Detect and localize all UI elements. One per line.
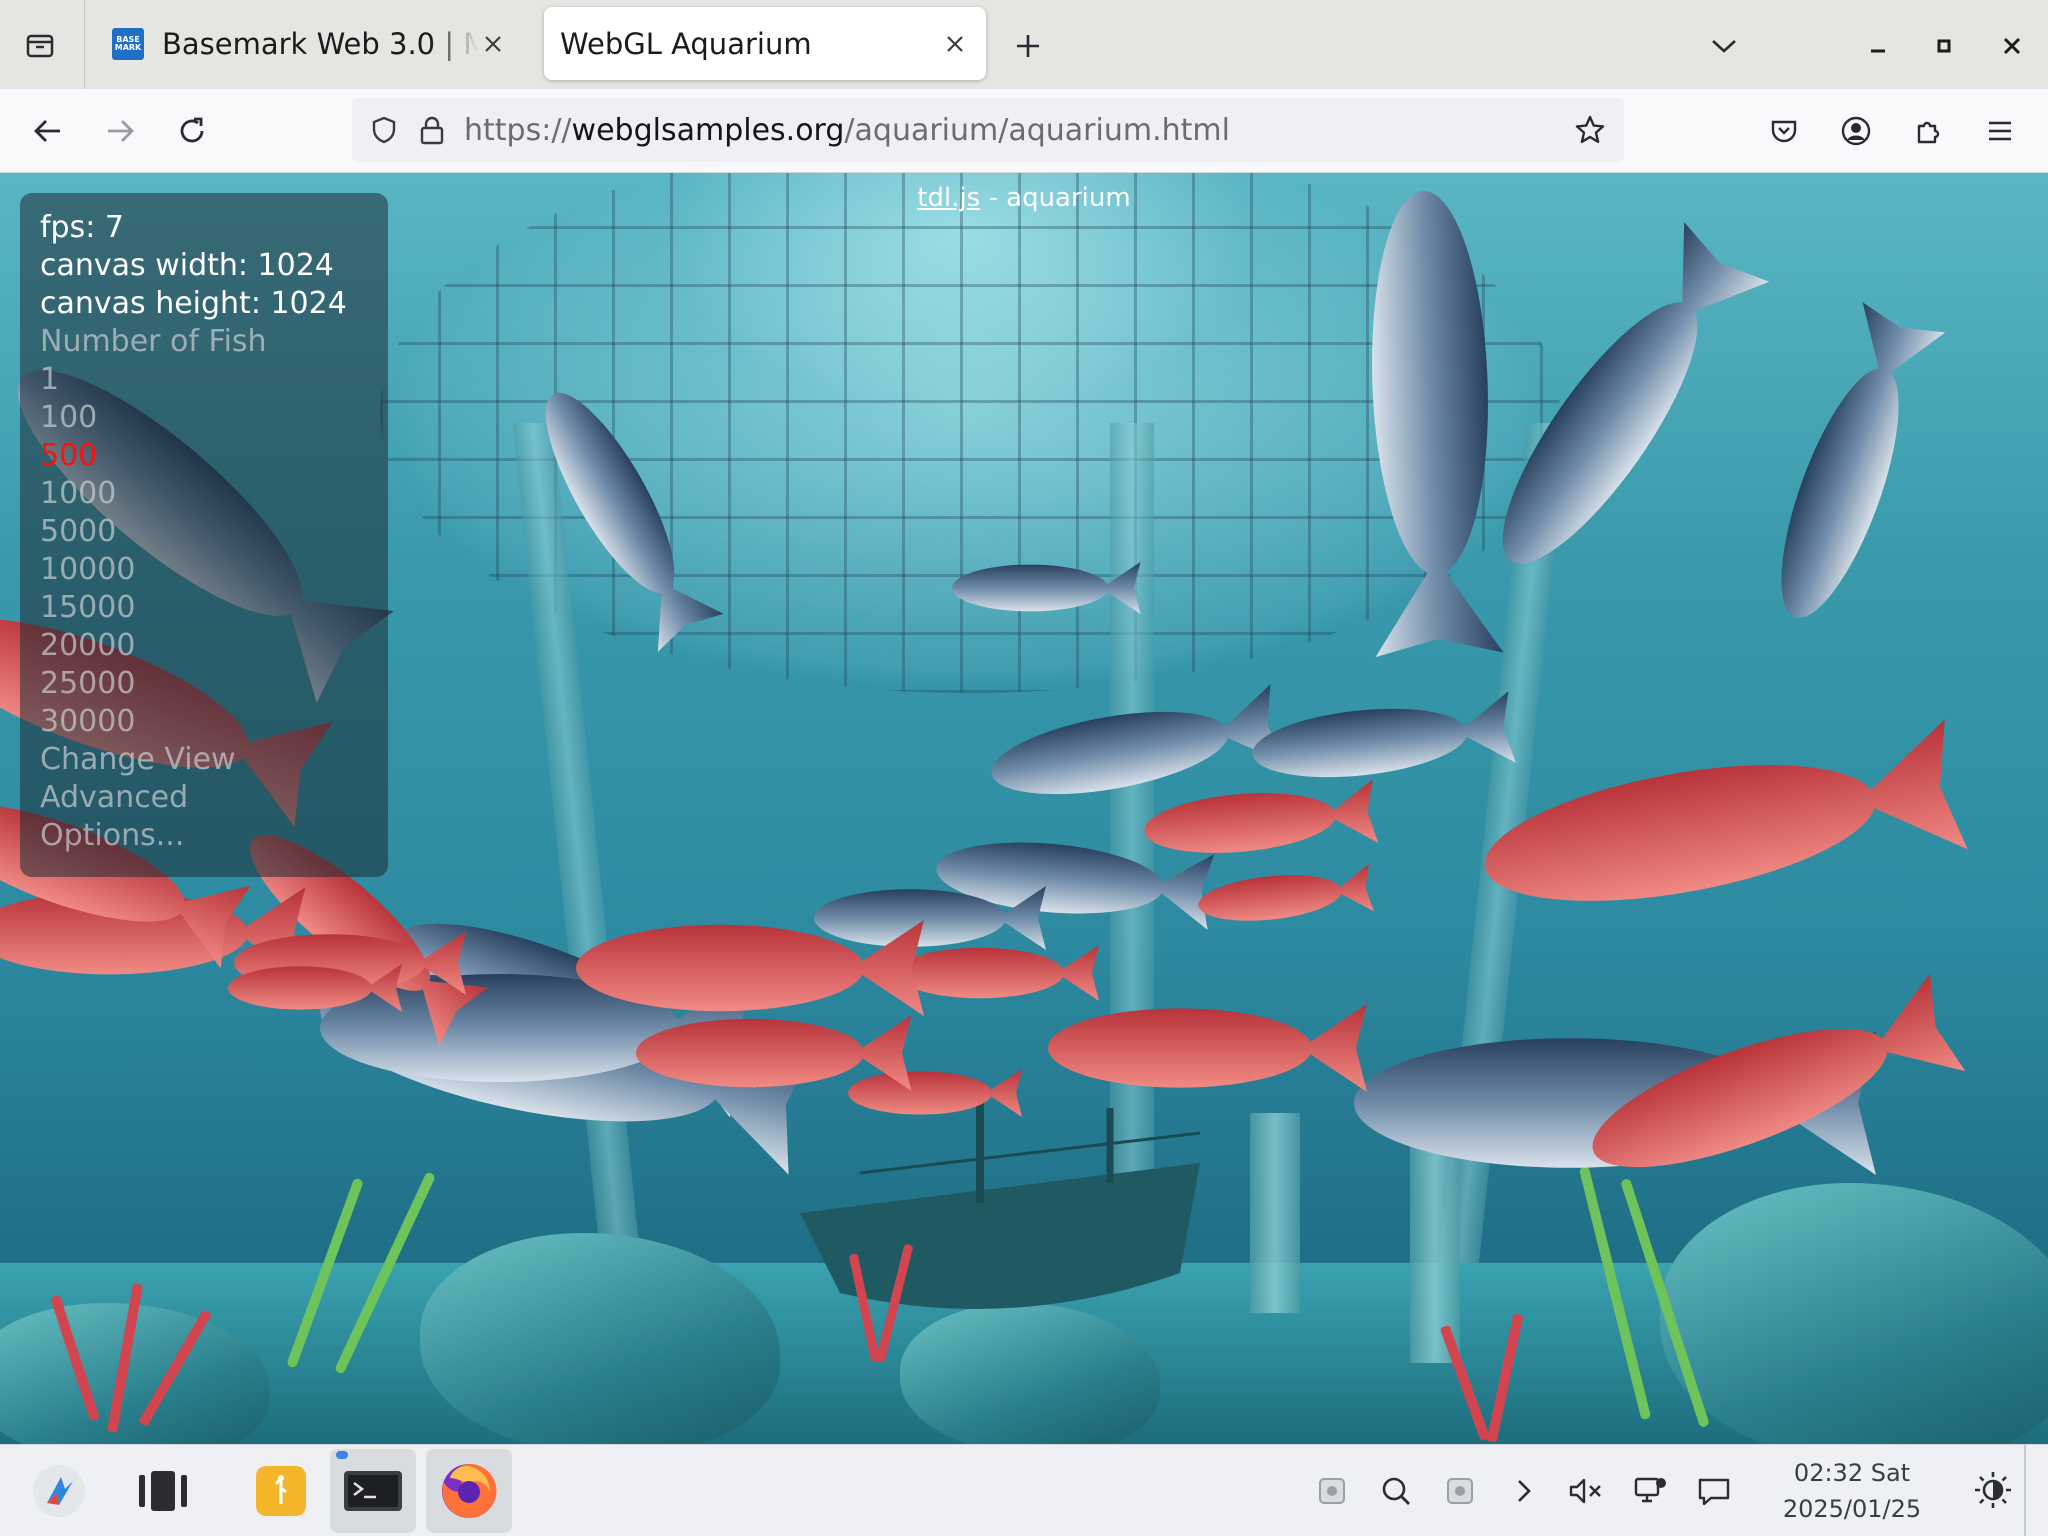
fps-readout: fps: 7	[40, 210, 124, 245]
search-button[interactable]	[1374, 1469, 1418, 1513]
new-tab-button[interactable]	[1006, 24, 1050, 68]
hamburger-menu-icon	[1989, 121, 2011, 141]
volume-muted-button[interactable]	[1564, 1469, 1608, 1513]
fish-option-25000[interactable]: 25000	[40, 665, 368, 703]
fish-option-1000[interactable]: 1000	[40, 475, 368, 513]
tab-basemark[interactable]: BASE MARK Basemark Web 3.0 | Main	[96, 7, 524, 80]
multitask-view-icon	[139, 1471, 187, 1511]
aquarium-webgl-canvas[interactable]: tdl.js - aquarium fps: 7 canvas width: 1…	[0, 173, 2048, 1444]
extensions-button[interactable]	[1904, 107, 1952, 155]
tab-title: WebGL Aquarium	[560, 26, 812, 61]
minimize-icon	[1871, 49, 1885, 53]
fish-option-500[interactable]: 500	[40, 437, 368, 475]
taskbar: 02:32 Sat 2025/01/25	[0, 1444, 2048, 1536]
maximize-button[interactable]	[1922, 24, 1966, 68]
close-icon	[485, 35, 501, 52]
clock-date: 2025/01/25	[1782, 1495, 1922, 1523]
terminal-icon	[344, 1471, 402, 1511]
advanced-options-link[interactable]: Advanced Options...	[40, 779, 260, 855]
chevron-down-icon	[1712, 40, 1736, 53]
reload-button[interactable]	[168, 107, 216, 155]
puzzle-piece-icon	[1917, 121, 1940, 144]
kylin-start-icon	[33, 1465, 85, 1517]
account-button[interactable]	[1832, 107, 1880, 155]
basemark-icon: BASE MARK	[112, 27, 144, 60]
brightness-icon	[1975, 1472, 2011, 1508]
account-icon	[1841, 116, 1871, 146]
tray-expand-button[interactable]	[1502, 1469, 1546, 1513]
plus-icon	[1017, 35, 1039, 57]
close-tab-button[interactable]	[940, 29, 970, 59]
fish-option-100[interactable]: 100	[40, 399, 368, 437]
firefox-view-icon	[26, 34, 54, 58]
volume-muted-icon	[1569, 1478, 1601, 1504]
tdl-link[interactable]: tdl.js	[917, 183, 980, 213]
terminal-button[interactable]	[330, 1449, 416, 1533]
maximize-icon	[1937, 39, 1951, 53]
tray-app-button[interactable]	[1310, 1469, 1354, 1513]
firefox-icon	[442, 1463, 497, 1518]
canvas-height-readout: canvas height: 1024	[40, 286, 347, 321]
network-icon	[1634, 1477, 1666, 1503]
tray-app-icon	[1447, 1478, 1473, 1504]
notifications-button[interactable]	[1692, 1469, 1736, 1513]
minimize-button[interactable]	[1856, 24, 1900, 68]
list-all-tabs-button[interactable]	[1702, 24, 1746, 68]
theme-toggle-button[interactable]	[1968, 1465, 2018, 1515]
canvas-width-readout: canvas width: 1024	[40, 248, 334, 283]
url-host: webglsamples.org	[571, 112, 845, 148]
tab-strip: BASE MARK Basemark Web 3.0 | Main WebGL …	[0, 0, 2048, 89]
reload-icon	[180, 117, 204, 143]
back-button[interactable]	[24, 107, 72, 155]
tray-app-icon	[1319, 1478, 1345, 1504]
star-icon	[1575, 115, 1605, 143]
close-icon	[2003, 37, 2021, 55]
fish-option-30000[interactable]: 30000	[40, 703, 368, 741]
forward-button[interactable]	[96, 107, 144, 155]
arrow-right-icon	[108, 120, 134, 142]
system-clock[interactable]: 02:32 Sat 2025/01/25	[1762, 1455, 1942, 1527]
network-button[interactable]	[1628, 1469, 1672, 1513]
fish-option-20000[interactable]: 20000	[40, 627, 368, 665]
chat-bubble-icon	[1698, 1478, 1730, 1506]
navigation-toolbar: https://webglsamples.org/aquarium/aquari…	[0, 89, 2048, 173]
tab-title: Basemark Web 3.0 | Main	[162, 26, 478, 61]
url-scheme: https://	[464, 112, 572, 148]
number-of-fish-label: Number of Fish	[40, 324, 267, 359]
pocket-button[interactable]	[1760, 107, 1808, 155]
file-manager-button[interactable]	[238, 1449, 324, 1533]
address-bar[interactable]: https://webglsamples.org/aquarium/aquari…	[352, 98, 1624, 162]
lock-icon[interactable]	[408, 106, 456, 154]
close-tab-button[interactable]	[478, 29, 508, 59]
options-panel: fps: 7 canvas width: 1024 canvas height:…	[20, 193, 388, 877]
running-indicator	[336, 1451, 348, 1459]
tray-app-button[interactable]	[1438, 1469, 1482, 1513]
start-menu-button[interactable]	[16, 1449, 102, 1533]
fish-option-5000[interactable]: 5000	[40, 513, 368, 551]
arrow-left-icon	[34, 120, 60, 142]
bookmark-star-button[interactable]	[1566, 106, 1614, 154]
multitask-view-button[interactable]	[120, 1449, 206, 1533]
change-view-option[interactable]: Change View	[40, 741, 368, 779]
firefox-view-button[interactable]	[18, 26, 62, 66]
close-window-button[interactable]	[1990, 24, 2034, 68]
chevron-right-icon	[1518, 1480, 1531, 1502]
pocket-icon	[1771, 120, 1797, 143]
url-text[interactable]: https://webglsamples.org/aquarium/aquari…	[464, 113, 1230, 148]
clock-time: 02:32 Sat	[1793, 1459, 1911, 1487]
close-icon	[947, 35, 963, 52]
search-icon	[1382, 1477, 1410, 1505]
tab-separator	[84, 0, 85, 89]
fish-option-10000[interactable]: 10000	[40, 551, 368, 589]
file-manager-icon	[256, 1466, 306, 1516]
firefox-button[interactable]	[426, 1449, 512, 1533]
fish-option-1[interactable]: 1	[40, 361, 368, 399]
url-path: /aquarium/aquarium.html	[844, 112, 1230, 148]
tracking-protection-shield-icon[interactable]	[360, 106, 408, 154]
app-menu-button[interactable]	[1976, 107, 2024, 155]
show-desktop-divider[interactable]	[2024, 1445, 2026, 1536]
caption-text: - aquarium	[980, 183, 1131, 213]
tab-webgl-aquarium[interactable]: WebGL Aquarium	[544, 7, 986, 80]
fish-option-15000[interactable]: 15000	[40, 589, 368, 627]
